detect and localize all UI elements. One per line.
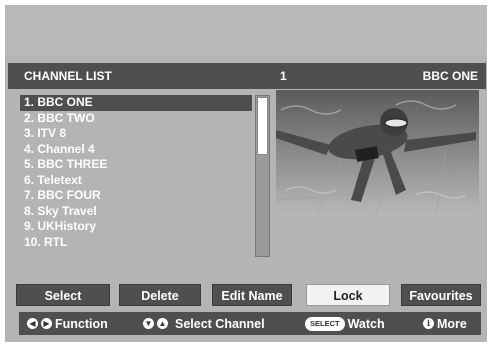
channel-item-7[interactable]: 7. BBC FOUR <box>20 188 252 204</box>
channel-item-3[interactable]: 3. ITV 8 <box>20 126 252 142</box>
lock-button[interactable]: Lock <box>306 284 390 306</box>
channel-item-10[interactable]: 10. RTL <box>20 235 252 251</box>
channel-item-5[interactable]: 5. BBC THREE <box>20 157 252 173</box>
left-arrow-icon: ◀ <box>27 318 38 329</box>
channel-list-scrollbar[interactable] <box>255 95 270 257</box>
select-button[interactable]: Select <box>16 284 110 306</box>
channel-list-header: CHANNEL LIST 1 BBC ONE <box>8 63 486 89</box>
channel-item-6[interactable]: 6. Teletext <box>20 173 252 189</box>
channel-list: 1. BBC ONE 2. BBC TWO 3. ITV 8 4. Channe… <box>20 95 252 257</box>
delete-button[interactable]: Delete <box>119 284 201 306</box>
help-function-label: Function <box>55 316 108 331</box>
help-more-label: More <box>437 316 467 331</box>
channel-preview-image <box>276 90 479 215</box>
help-select-channel: ▼ ▲ Select Channel <box>143 312 265 335</box>
scrollbar-thumb[interactable] <box>257 97 268 155</box>
edit-name-button[interactable]: Edit Name <box>212 284 292 306</box>
tv-screen: CHANNEL LIST 1 BBC ONE 1. BBC ONE 2. BBC… <box>5 5 487 342</box>
current-channel-number: 1 <box>280 69 287 83</box>
help-more: i More <box>423 312 467 335</box>
channel-item-4[interactable]: 4. Channel 4 <box>20 142 252 158</box>
info-icon: i <box>423 318 434 329</box>
help-watch: SELECT Watch <box>305 312 385 335</box>
down-arrow-icon: ▼ <box>143 318 154 329</box>
current-channel-name: BBC ONE <box>422 69 478 83</box>
page-title: CHANNEL LIST <box>24 69 112 83</box>
help-watch-label: Watch <box>347 316 385 331</box>
channel-item-8[interactable]: 8. Sky Travel <box>20 204 252 220</box>
channel-item-9[interactable]: 9. UKHistory <box>20 219 252 235</box>
top-strip <box>5 5 487 55</box>
channel-item-1[interactable]: 1. BBC ONE <box>20 95 252 111</box>
up-arrow-icon: ▲ <box>157 318 168 329</box>
action-buttons: Select Delete Edit Name Lock Favourites <box>5 284 487 306</box>
help-select-channel-label: Select Channel <box>175 316 265 331</box>
help-bar: ◀ ▶ Function ▼ ▲ Select Channel SELECT W… <box>19 312 481 335</box>
channel-item-2[interactable]: 2. BBC TWO <box>20 111 252 127</box>
select-key-icon: SELECT <box>305 316 345 331</box>
right-arrow-icon: ▶ <box>41 318 52 329</box>
help-function: ◀ ▶ Function <box>27 312 108 335</box>
favourites-button[interactable]: Favourites <box>401 284 481 306</box>
